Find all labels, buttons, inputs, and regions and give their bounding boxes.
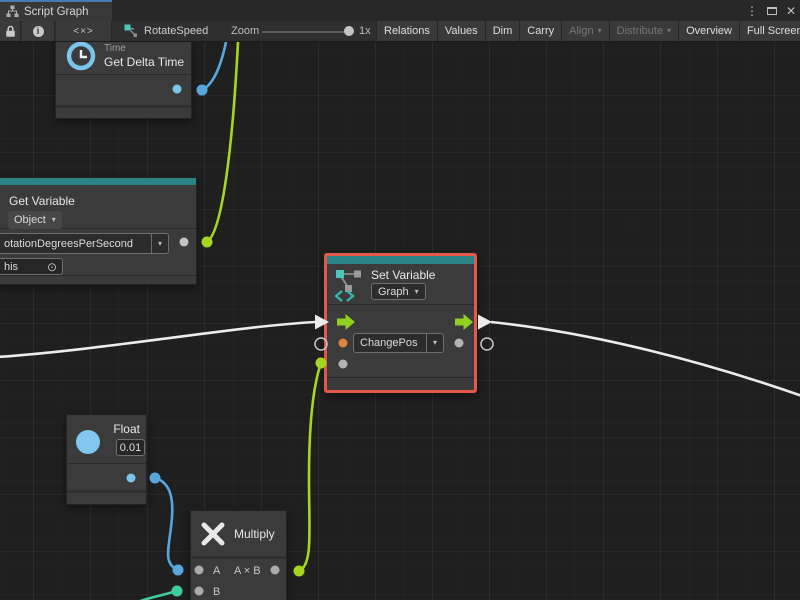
variable-name-dropdown[interactable]: ChangePos ▾ — [353, 333, 444, 353]
node-float[interactable]: Float 0.01 — [66, 414, 147, 505]
tab-bar: Script Graph ⋮ ✕ — [0, 0, 800, 21]
relations-button[interactable]: Relations — [376, 21, 437, 41]
target-object-field[interactable]: his ⊙ — [0, 258, 63, 275]
tab-title: Script Graph — [24, 6, 89, 18]
node-title: Set Variable — [371, 268, 435, 282]
flow-wire-out[interactable] — [491, 322, 800, 396]
object-picker-icon[interactable]: ⊙ — [47, 260, 57, 274]
node-get-variable[interactable]: Get Variable Object ▾ otationDegreesPerS… — [0, 177, 197, 285]
wire-endpoint[interactable] — [294, 566, 305, 577]
chevron-down-icon: ▾ — [598, 27, 602, 35]
node-multiply[interactable]: Multiply A A × B B — [190, 510, 287, 600]
window-controls: ⋮ ✕ — [746, 0, 796, 21]
script-graph-icon — [6, 5, 19, 18]
graph-toolbar: i <×> RotateSpeed Zoom 1x Relations Valu… — [0, 21, 800, 42]
flow-arrow-out — [478, 315, 492, 330]
graph-node-icon — [124, 24, 138, 38]
close-icon[interactable]: ✕ — [786, 5, 796, 17]
unconnected-port-indicator — [481, 338, 493, 350]
breadcrumb-label: RotateSpeed — [144, 25, 208, 37]
wire-endpoint[interactable] — [173, 565, 184, 576]
full-screen-button[interactable]: Full Screen — [739, 21, 800, 41]
wire-endpoint[interactable] — [172, 586, 183, 597]
float-icon — [74, 428, 102, 456]
overview-button[interactable]: Overview — [678, 21, 739, 41]
dim-button[interactable]: Dim — [485, 21, 520, 41]
wire-into-multiply-b[interactable] — [128, 591, 177, 600]
values-button[interactable]: Values — [437, 21, 485, 41]
zoom-slider-thumb[interactable] — [344, 26, 354, 36]
chevron-down-icon: ▾ — [415, 288, 419, 296]
zoom-slider-track[interactable] — [262, 31, 352, 33]
info-icon: i — [33, 26, 44, 37]
zoom-label: Zoom — [231, 25, 259, 37]
wire-delta-time[interactable] — [202, 42, 226, 90]
chevron-down-icon: ▾ — [667, 27, 671, 35]
carry-button[interactable]: Carry — [519, 21, 561, 41]
node-get-delta-time[interactable]: Time Get Delta Time — [55, 42, 192, 119]
wire-multiply-to-setvariable[interactable] — [299, 363, 321, 571]
align-button: Align▾ — [561, 21, 608, 41]
variable-name-dropdown[interactable]: otationDegreesPerSecond ▾ — [0, 233, 169, 254]
node-category: Time — [104, 43, 126, 54]
info-button[interactable]: i — [22, 21, 55, 41]
wire-get-variable[interactable] — [207, 42, 238, 242]
graph-canvas[interactable]: Time Get Delta Time Get Variable Object … — [0, 42, 800, 600]
code-preview-button[interactable]: <×> — [56, 21, 112, 41]
wire-endpoint[interactable] — [202, 237, 213, 248]
toolbar-buttons: Relations Values Dim Carry Align▾ Distri… — [376, 21, 800, 41]
wire-endpoint[interactable] — [197, 85, 208, 96]
lock-icon — [5, 25, 16, 38]
variable-kind-dropdown[interactable]: Object ▾ — [8, 211, 62, 229]
maximize-icon[interactable] — [767, 7, 777, 15]
float-value-field[interactable]: 0.01 — [116, 439, 145, 456]
node-title: Get Delta Time — [104, 55, 184, 69]
wire-endpoint[interactable] — [150, 473, 161, 484]
distribute-button: Distribute▾ — [609, 21, 678, 41]
variable-scope-dropdown[interactable]: Graph ▾ — [371, 283, 426, 300]
tab-script-graph[interactable]: Script Graph — [0, 0, 112, 21]
port-label-b: B — [213, 586, 220, 598]
code-icon: <×> — [73, 26, 94, 37]
lock-button[interactable] — [0, 21, 21, 41]
chevron-down-icon: ▾ — [433, 339, 437, 347]
node-title: Get Variable — [9, 194, 75, 208]
breadcrumb[interactable]: RotateSpeed — [124, 21, 208, 41]
flow-wire-in[interactable] — [0, 322, 315, 357]
node-set-variable[interactable]: Set Variable Graph ▾ ChangePos ▾ — [324, 253, 477, 393]
port-label-a: A — [213, 565, 220, 577]
port-label-result: A × B — [234, 565, 261, 577]
node-title: Float — [113, 422, 140, 436]
unity-visual-scripting-window: Script Graph ⋮ ✕ i <×> Rotate — [0, 0, 800, 600]
node-accent-bar — [327, 256, 474, 264]
timer-icon — [65, 42, 97, 72]
menu-dots-icon[interactable]: ⋮ — [746, 5, 758, 17]
graph-variable-icon — [334, 266, 368, 302]
node-accent-bar — [0, 178, 196, 185]
zoom-value: 1x — [359, 25, 371, 37]
multiply-icon — [199, 520, 227, 548]
wire-float-to-multiply[interactable] — [155, 478, 178, 570]
node-title: Multiply — [234, 527, 275, 541]
chevron-down-icon: ▾ — [158, 240, 162, 248]
chevron-down-icon: ▾ — [52, 216, 56, 224]
